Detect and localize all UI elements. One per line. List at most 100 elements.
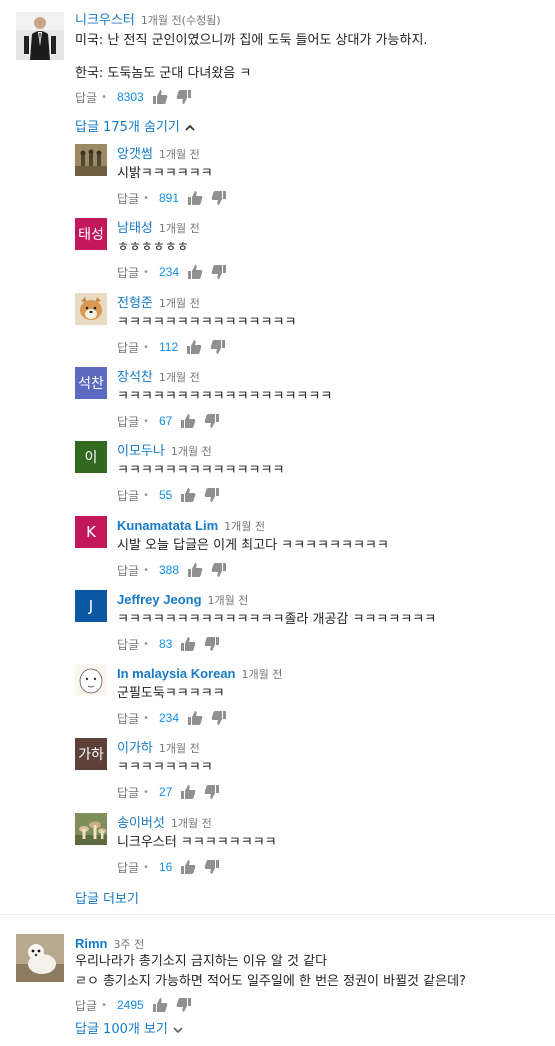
separator-dot: • [101,91,107,103]
comment-text: 한국: 도둑놈도 군대 다녀왔음 ㅋ [75,66,252,81]
reply-author[interactable]: 전형준 [117,296,153,311]
thumbs-up-icon[interactable] [180,487,196,503]
thumbs-up-icon[interactable] [187,562,203,578]
reply-author[interactable]: 이가하 [117,741,153,756]
reply-author[interactable]: 송이버섯 [117,816,165,831]
thumbs-down-icon[interactable] [176,89,192,105]
comment-text: 우리나라가 총기소지 금지하는 이유 알 것 같다 [75,954,328,969]
reply-author[interactable]: 이모두나 [117,444,165,459]
reply-button[interactable]: 답글 [117,859,139,876]
avatar[interactable]: 석찬 [75,367,107,399]
thumbs-down-icon[interactable] [204,636,220,652]
avatar[interactable]: 가하 [75,738,107,770]
thumbs-up-icon[interactable] [180,784,196,800]
reply-time[interactable]: 1개월 전 [159,222,200,235]
thumbs-up-icon[interactable] [180,413,196,429]
like-count: 27 [159,785,173,799]
separator-dot: • [143,861,149,873]
reply-time[interactable]: 1개월 전 [159,148,200,161]
reply-time[interactable]: 1개월 전 [159,297,200,310]
like-count: 83 [159,637,173,651]
thumbs-up-icon[interactable] [152,89,168,105]
reply-time[interactable]: 1개월 전 [159,742,200,755]
reply-time[interactable]: 1개월 전 [242,668,283,681]
reply-author[interactable]: In malaysia Korean [117,666,236,681]
avatar[interactable]: 태성 [75,218,107,250]
hide-replies-button[interactable]: 답글 175개 숨기기 [75,116,196,135]
avatar-initials: 가하 [78,747,104,763]
reply-author[interactable]: 앙갯썸 [117,147,153,162]
avatar[interactable] [16,12,64,60]
thumbs-down-icon[interactable] [211,562,227,578]
separator-dot: • [143,266,149,278]
thumbs-down-icon[interactable] [211,190,227,206]
comment-time[interactable]: 1개월 전(수정됨) [141,14,221,27]
separator-dot: • [143,489,149,501]
reply-button[interactable]: 답글 [117,562,139,579]
reply-text: 시밝ㅋㅋㅋㅋㅋㅋ [117,166,213,181]
thumbs-up-icon[interactable] [180,636,196,652]
reply-button[interactable]: 답글 [117,190,139,207]
comment-author[interactable]: 니크우스터 [75,13,135,28]
reply-text: 시발 오늘 답글은 이게 최고다 ㅋㅋㅋㅋㅋㅋㅋㅋㅋ [117,538,389,553]
reply-button[interactable]: 답글 [75,997,97,1014]
like-count: 55 [159,488,173,502]
reply-author[interactable]: Jeffrey Jeong [117,592,202,607]
reply-author[interactable]: 남태성 [117,221,153,236]
like-count: 67 [159,414,173,428]
thumbs-up-icon[interactable] [187,264,203,280]
avatar-initials: 이 [84,450,98,466]
comment-text: 미국: 난 전직 군인이였으니까 집에 도둑 들어도 상대가 가능하지. [75,33,428,48]
avatar-photo-icon [75,664,107,696]
comment-time[interactable]: 3주 전 [114,938,145,951]
thumbs-down-icon[interactable] [204,784,220,800]
reply-time[interactable]: 1개월 전 [159,371,200,384]
reply-time[interactable]: 1개월 전 [224,520,265,533]
thumbs-down-icon[interactable] [204,413,220,429]
thumbs-up-icon[interactable] [180,859,196,875]
more-replies-button[interactable]: 답글 더보기 [75,888,139,907]
reply-button[interactable]: 답글 [117,636,139,653]
thumbs-down-icon[interactable] [176,997,192,1013]
reply-button[interactable]: 답글 [117,487,139,504]
avatar[interactable]: J [75,590,107,622]
avatar[interactable] [16,934,64,982]
reply-time[interactable]: 1개월 전 [208,594,249,607]
avatar[interactable] [75,664,107,696]
thumbs-down-icon[interactable] [211,710,227,726]
reply-text: 군필도둑ㅋㅋㅋㅋㅋ [117,686,225,701]
thumbs-up-icon[interactable] [152,997,168,1013]
reply-time[interactable]: 1개월 전 [171,817,212,830]
reply-button[interactable]: 답글 [117,413,139,430]
avatar[interactable]: 이 [75,441,107,473]
view-replies-button[interactable]: 답글 100개 보기 [75,1018,184,1037]
avatar[interactable] [75,813,107,845]
avatar-photo-icon [75,144,107,176]
avatar-photo-icon [75,293,107,325]
reply-button[interactable]: 답글 [117,264,139,281]
thumbs-down-icon[interactable] [211,264,227,280]
like-count: 16 [159,860,173,874]
reply-button[interactable]: 답글 [75,89,97,106]
thumbs-up-icon[interactable] [187,710,203,726]
thumbs-down-icon[interactable] [204,487,220,503]
reply-author[interactable]: Kunamatata Lim [117,518,218,533]
avatar[interactable] [75,293,107,325]
reply-author[interactable]: 장석찬 [117,370,153,385]
avatar[interactable] [75,144,107,176]
thumbs-up-icon[interactable] [186,339,202,355]
comment-text: ㄹㅇ 총기소지 가능하면 적어도 일주일에 한 번은 정권이 바뀔것 같은데? [75,974,466,989]
comment-author[interactable]: Rimn [75,936,108,951]
reply-button[interactable]: 답글 [117,784,139,801]
hide-replies-label: 답글 175개 숨기기 [75,120,180,135]
reply-button[interactable]: 답글 [117,339,139,356]
avatar[interactable]: K [75,516,107,548]
chevron-up-icon [184,122,196,134]
thumbs-up-icon[interactable] [187,190,203,206]
thumbs-down-icon[interactable] [204,859,220,875]
thumbs-down-icon[interactable] [210,339,226,355]
reply-time[interactable]: 1개월 전 [171,445,212,458]
like-count: 388 [159,563,180,577]
separator-dot: • [143,638,149,650]
reply-button[interactable]: 답글 [117,710,139,727]
